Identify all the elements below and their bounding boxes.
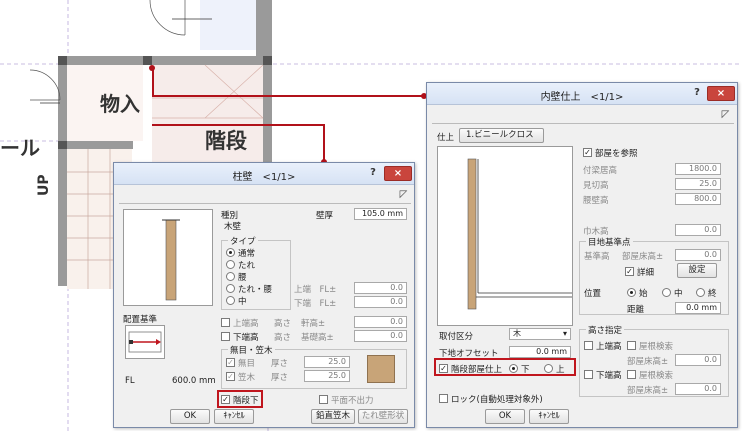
kyori-input[interactable]: 0.0 mm bbox=[675, 302, 721, 314]
habaki-input[interactable]: 0.0 bbox=[675, 224, 721, 236]
shiage-button[interactable]: 1.ビニールクロス bbox=[459, 128, 544, 143]
kasagi-input[interactable]: 25.0 bbox=[304, 370, 350, 382]
toritsuke-select[interactable]: 木 ▾ bbox=[509, 328, 571, 340]
bottom-end-input[interactable]: 0.0 bbox=[354, 296, 407, 308]
shitatanda-checkbox[interactable] bbox=[584, 370, 593, 379]
kabe-ok-button[interactable]: OK bbox=[170, 409, 210, 424]
yane1-checkbox[interactable] bbox=[627, 341, 636, 350]
fl-label: FL bbox=[125, 376, 135, 386]
kabe-separator bbox=[119, 203, 411, 204]
room-label-closet: 物入 bbox=[100, 92, 140, 116]
lower-height-checkbox[interactable] bbox=[221, 332, 230, 341]
top-end-input[interactable]: 0.0 bbox=[354, 282, 407, 294]
pick-icon[interactable]: ◸ bbox=[719, 109, 732, 122]
mume-checkbox[interactable]: ✓ bbox=[226, 358, 235, 367]
shosai-checkbox[interactable]: ✓ bbox=[625, 267, 634, 276]
kabe-dialog: 柱壁 <1/1> ? × ◸ 種別 木壁 壁厚 105.0 mm タイプ 通常 … bbox=[113, 162, 415, 428]
kijun-input[interactable]: 0.0 bbox=[675, 249, 721, 261]
naiheki-separator bbox=[432, 123, 734, 124]
kabe-preview bbox=[123, 209, 213, 306]
heya-checkbox[interactable]: ✓ bbox=[583, 148, 592, 157]
kabe-close-button[interactable]: × bbox=[384, 166, 412, 181]
radio-chu[interactable] bbox=[662, 288, 671, 297]
room-label-hall: ール bbox=[0, 136, 40, 160]
enchoku-button[interactable]: 鉛直笠木 bbox=[311, 409, 355, 424]
room-label-stairs: 階段 bbox=[205, 129, 247, 153]
naiheki-titlebar[interactable]: 内壁仕上 <1/1> ? × bbox=[427, 83, 737, 105]
radio-koshi[interactable] bbox=[226, 272, 235, 281]
radio-naka[interactable] bbox=[226, 296, 235, 305]
kabe-help-button[interactable]: ? bbox=[367, 167, 379, 179]
kasagi-checkbox[interactable]: ✓ bbox=[226, 372, 235, 381]
radio-shu[interactable] bbox=[696, 288, 705, 297]
wall-finish-drawing bbox=[467, 158, 572, 310]
wall-section-drawing bbox=[162, 219, 180, 301]
upper-height-checkbox[interactable] bbox=[221, 318, 230, 327]
naiheki-help-button[interactable]: ? bbox=[691, 87, 703, 99]
naiheki-ok-button[interactable]: OK bbox=[485, 409, 525, 424]
naiheki-dialog: 内壁仕上 <1/1> ? × ◸ 仕上 1.ビニールクロス ✓ 部屋を参照 付梁… bbox=[426, 82, 738, 428]
kaidan-highlight bbox=[217, 390, 263, 408]
radio-tarekoshi[interactable] bbox=[226, 284, 235, 293]
tenjo-input[interactable]: 1800.0 bbox=[675, 163, 721, 175]
callout-line-naiheki-v bbox=[152, 68, 154, 97]
uetanda-checkbox[interactable] bbox=[584, 341, 593, 350]
heyayuka1-input[interactable]: 0.0 bbox=[675, 354, 721, 366]
naiheki-close-button[interactable]: × bbox=[707, 86, 735, 101]
material-swatch[interactable] bbox=[367, 355, 395, 383]
kiso-input[interactable]: 0.0 bbox=[354, 330, 407, 342]
pick-icon[interactable]: ◸ bbox=[397, 189, 410, 202]
mikiri-input[interactable]: 25.0 bbox=[675, 178, 721, 190]
tare-shape-button[interactable]: たれ壁形状 bbox=[358, 409, 408, 424]
bottom-end-label: 下端 FL± bbox=[294, 299, 337, 309]
kabe-titlebar[interactable]: 柱壁 <1/1> ? × bbox=[114, 163, 414, 185]
callout-line-kabe-v bbox=[323, 124, 325, 164]
chevron-down-icon: ▾ bbox=[562, 329, 567, 338]
callout-dot-naiheki-start bbox=[149, 65, 155, 71]
radio-shi[interactable] bbox=[627, 288, 636, 297]
callout-line-naiheki-h bbox=[152, 95, 427, 97]
naiheki-preview bbox=[437, 146, 573, 326]
thickness-input[interactable]: 105.0 mm bbox=[354, 208, 407, 220]
top-end-label: 上端 FL± bbox=[294, 285, 337, 295]
thickness-label: 壁厚 bbox=[316, 211, 334, 221]
shita-input[interactable]: 0.0 mm bbox=[509, 346, 571, 358]
callout-line-kabe-h bbox=[152, 124, 325, 126]
naiheki-cancel-button[interactable]: ｷｬﾝｾﾙ bbox=[529, 409, 569, 424]
type-value: 木壁 bbox=[224, 222, 242, 232]
up-label: UP bbox=[36, 174, 52, 196]
fl-value: 600.0 mm bbox=[172, 376, 216, 386]
lock-checkbox[interactable] bbox=[439, 394, 448, 403]
koshi-input[interactable]: 800.0 bbox=[675, 193, 721, 205]
heimen-checkbox[interactable] bbox=[319, 395, 328, 404]
radio-normal[interactable] bbox=[226, 248, 235, 257]
mume-input[interactable]: 25.0 bbox=[304, 356, 350, 368]
radio-tare[interactable] bbox=[226, 260, 235, 269]
dokei-input[interactable]: 0.0 bbox=[354, 316, 407, 328]
shiage-label: 仕上 bbox=[437, 133, 455, 143]
haichi-preview[interactable] bbox=[125, 325, 165, 359]
haichi-label: 配置基準 bbox=[123, 315, 158, 325]
heyayuka2-input[interactable]: 0.0 bbox=[675, 383, 721, 395]
yane2-checkbox[interactable] bbox=[627, 370, 636, 379]
kaidan-shiage-highlight bbox=[434, 358, 576, 376]
settei-button[interactable]: 設定 bbox=[677, 263, 717, 278]
kabe-cancel-button[interactable]: ｷｬﾝｾﾙ bbox=[214, 409, 254, 424]
